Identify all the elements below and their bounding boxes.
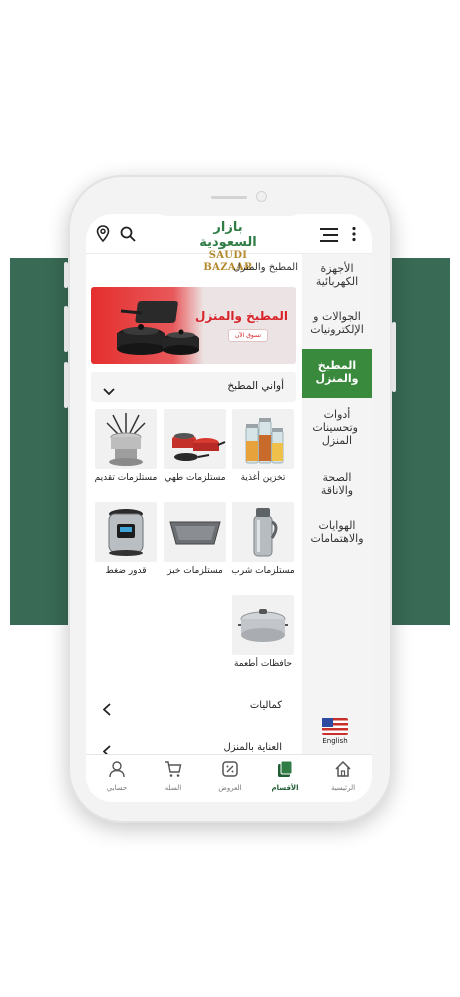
phone-screen: بازار السعودية SAUDI BAZAAR الأجهزة الكه…: [86, 214, 372, 802]
subcategory-accessories[interactable]: كماليات: [91, 696, 296, 718]
sidebar-item-label: الصحة والاناقة: [320, 471, 354, 497]
language-label: English: [322, 737, 348, 745]
tile-serving-supplies[interactable]: مستلزمات تقديم: [94, 409, 158, 484]
phone-side-button: [64, 362, 68, 408]
sidebar-item-label: الهوايات والاهتمامات: [310, 519, 364, 545]
home-icon: [335, 760, 351, 777]
nav-label: السله: [164, 784, 182, 792]
location-pin-icon[interactable]: [96, 225, 110, 246]
sidebar-item-label: الجوالات و الإلكترونيات: [310, 310, 364, 336]
sidebar-item-electrical-appliances[interactable]: الأجهزة الكهربائية: [302, 262, 372, 288]
section-title: أواني المطبخ: [227, 380, 284, 392]
storage-jars-icon: [232, 409, 294, 469]
bottom-navigation: الرئيسية الأقسام العروض السله حسابي: [86, 754, 372, 802]
hamburger-menu-icon[interactable]: [320, 227, 338, 246]
user-icon: [109, 761, 125, 778]
nav-offers[interactable]: العروض: [204, 760, 256, 792]
sidebar-item-kitchen-home[interactable]: المطبخ والمنزل: [302, 349, 372, 398]
tile-label: مستلزمات خبز: [167, 566, 223, 576]
categories-icon: [278, 760, 293, 777]
section-header-kitchenware[interactable]: أواني المطبخ: [91, 372, 296, 402]
chevron-down-icon: [103, 381, 115, 400]
cart-icon: [165, 761, 182, 777]
sidebar-item-hobbies[interactable]: الهوايات والاهتمامات: [302, 519, 372, 545]
nav-label: حسابي: [106, 784, 128, 792]
tile-label: مستلزمات تقديم: [94, 473, 158, 483]
tile-baking-supplies[interactable]: مستلزمات خبز: [163, 502, 227, 577]
sidebar-item-health-beauty[interactable]: الصحة والاناقة: [302, 471, 372, 497]
tile-food-warmers[interactable]: حافظات أطعمة: [231, 595, 295, 670]
chevron-left-icon: [102, 701, 111, 720]
breadcrumb: المطبخ والمنزل: [233, 262, 298, 273]
app-stage: بازار السعودية SAUDI BAZAAR الأجهزة الكه…: [0, 0, 460, 997]
shop-now-button[interactable]: تسوق الآن: [227, 329, 268, 342]
logo-arabic-text: بازار السعودية: [199, 220, 257, 250]
nav-cart[interactable]: السله: [147, 760, 199, 792]
subcategory-label: العناية بالمنزل: [223, 742, 283, 753]
nav-account[interactable]: حسابي: [91, 760, 143, 792]
us-flag-icon: [322, 718, 348, 735]
phone-side-button: [64, 262, 68, 288]
sidebar-item-label: الأجهزة الكهربائية: [315, 262, 359, 288]
tile-label: مستلزمات طهي: [164, 473, 226, 483]
banner-title: المطبخ والمنزل: [195, 309, 288, 323]
tile-label: حافظات أطعمة: [233, 659, 293, 669]
cookware-set-icon: [164, 409, 226, 469]
thermos-icon: [232, 502, 294, 562]
baking-pan-icon: [164, 502, 226, 562]
sidebar-item-mobiles-electronics[interactable]: الجوالات و الإلكترونيات: [302, 310, 372, 336]
phone-notch: [150, 188, 308, 216]
cookware-image-icon: [117, 301, 199, 355]
search-icon[interactable]: [120, 226, 136, 246]
tile-label: قدور ضغط: [105, 566, 147, 576]
tile-pressure-cookers[interactable]: قدور ضغط: [94, 502, 158, 577]
phone-side-button: [64, 306, 68, 352]
nav-label: العروض: [218, 784, 242, 792]
language-switch[interactable]: English: [322, 718, 348, 745]
subcategory-label: كماليات: [249, 700, 282, 711]
food-warmer-icon: [232, 595, 294, 655]
pressure-cooker-icon: [95, 502, 157, 562]
tile-food-storage[interactable]: تخزين أغذية: [231, 409, 295, 484]
sidebar-item-label: أدوات وتحسينات المنزل: [312, 408, 358, 447]
tile-label: مستلزمات شرب: [231, 566, 295, 576]
more-vertical-icon[interactable]: [350, 226, 358, 246]
nav-categories[interactable]: الأقسام: [259, 760, 311, 792]
sidebar-item-home-tools[interactable]: أدوات وتحسينات المنزل: [302, 408, 372, 447]
category-sidebar: الأجهزة الكهربائية الجوالات و الإلكتروني…: [302, 254, 372, 754]
app-header: بازار السعودية SAUDI BAZAAR: [86, 214, 372, 273]
offers-icon: [222, 761, 238, 777]
nav-label: الرئيسية: [330, 784, 356, 792]
nav-home[interactable]: الرئيسية: [317, 760, 369, 792]
phone-speaker: [211, 196, 247, 199]
tile-drinking-supplies[interactable]: مستلزمات شرب: [231, 502, 295, 577]
phone-side-button: [392, 322, 396, 392]
fondue-set-icon: [95, 409, 157, 469]
nav-label: الأقسام: [271, 784, 299, 792]
tile-cooking-supplies[interactable]: مستلزمات طهي: [163, 409, 227, 484]
phone-camera: [256, 191, 267, 202]
sidebar-item-label: المطبخ والمنزل: [315, 359, 359, 385]
tile-label: تخزين أغذية: [240, 473, 286, 483]
category-banner[interactable]: المطبخ والمنزل تسوق الآن: [91, 287, 296, 364]
